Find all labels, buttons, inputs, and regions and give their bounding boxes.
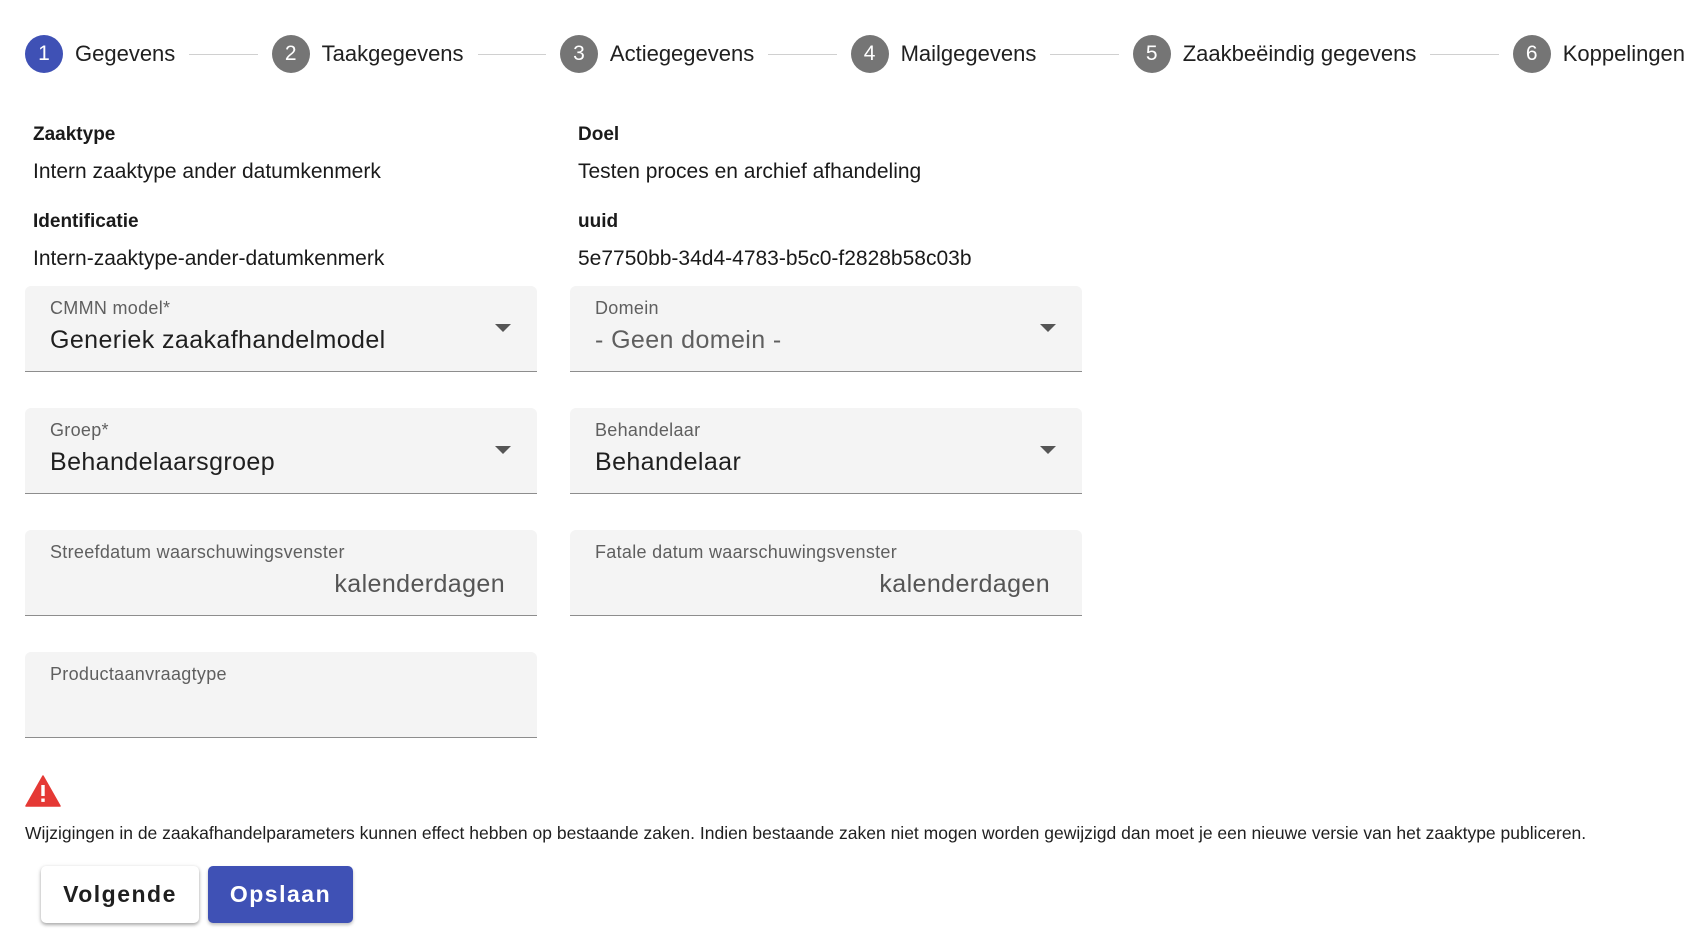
identificatie-info: Identificatie Intern-zaaktype-ander-datu…	[33, 211, 384, 271]
uuid-value: 5e7750bb-34d4-4783-b5c0-f2828b58c03b	[578, 247, 972, 270]
cmmn-model-value: Generiek zaakafhandelmodel	[50, 326, 386, 354]
groep-value: Behandelaarsgroep	[50, 448, 276, 476]
fatale-datum-suffix: kalenderdagen	[879, 570, 1050, 598]
step-number: 3	[559, 35, 598, 73]
fatale-datum-label: Fatale datum waarschuwingsvenster	[595, 542, 898, 562]
step-number: 1	[25, 35, 63, 73]
productaanvraagtype-label: Productaanvraagtype	[50, 664, 227, 684]
streefdatum-input[interactable]: Streefdatum waarschuwingsvenster kalende…	[25, 530, 537, 616]
step-number: 5	[1132, 35, 1171, 73]
step-connector	[1430, 53, 1499, 55]
identificatie-value: Intern-zaaktype-ander-datumkenmerk	[33, 247, 385, 270]
save-button[interactable]: Opslaan	[208, 866, 353, 923]
step-label: Gegevens	[75, 41, 176, 66]
step-connector	[1050, 53, 1119, 55]
step-label: Koppelingen	[1562, 41, 1686, 66]
dropdown-arrow-icon[interactable]	[1040, 446, 1056, 454]
groep-label: Groep*	[50, 420, 109, 440]
fatale-datum-input[interactable]: Fatale datum waarschuwingsvenster kalend…	[570, 530, 1082, 616]
zaaktype-label: Zaaktype	[33, 124, 116, 145]
step-number: 6	[1512, 35, 1551, 73]
identificatie-label: Identificatie	[33, 211, 139, 232]
doel-value: Testen proces en archief afhandeling	[578, 160, 922, 183]
domein-value: - Geen domein -	[595, 326, 782, 354]
next-button[interactable]: Volgende	[41, 866, 199, 923]
step-connector	[189, 53, 258, 55]
warning-icon	[25, 775, 61, 807]
zaaktype-value: Intern zaaktype ander datumkenmerk	[33, 160, 381, 183]
step-connector	[768, 53, 837, 55]
behandelaar-select[interactable]: Behandelaar Behandelaar	[570, 408, 1082, 494]
streefdatum-suffix: kalenderdagen	[334, 570, 505, 598]
domein-select[interactable]: Domein - Geen domein -	[570, 286, 1082, 372]
doel-info: Doel Testen proces en archief afhandelin…	[578, 124, 921, 184]
uuid-label: uuid	[578, 211, 619, 232]
step-label: Taakgegevens	[321, 41, 464, 66]
behandelaar-value: Behandelaar	[595, 448, 742, 476]
step-number: 4	[850, 35, 889, 73]
step-koppelingen[interactable]: 6 Koppelingen	[1512, 35, 1686, 73]
domein-label: Domein	[595, 298, 659, 318]
uuid-info: uuid 5e7750bb-34d4-4783-b5c0-f2828b58c03…	[578, 211, 972, 271]
step-gegevens[interactable]: 1 Gegevens	[25, 35, 175, 73]
step-connector	[477, 53, 546, 55]
dropdown-arrow-icon[interactable]	[495, 446, 511, 454]
dropdown-arrow-icon[interactable]	[1040, 324, 1056, 332]
step-taakgegevens[interactable]: 2 Taakgegevens	[271, 35, 464, 73]
warning-message: Wijzigingen in de zaakafhandelparameters…	[25, 823, 1587, 843]
step-label: Mailgegevens	[900, 41, 1037, 66]
doel-label: Doel	[578, 124, 620, 145]
step-mailgegevens[interactable]: 4 Mailgegevens	[850, 35, 1037, 73]
step-zaakbeeindig-gegevens[interactable]: 5 Zaakbeëindig gegevens	[1132, 35, 1417, 73]
cmmn-model-select[interactable]: CMMN model* Generiek zaakafhandelmodel	[25, 286, 537, 372]
behandelaar-label: Behandelaar	[595, 420, 701, 440]
step-number: 2	[271, 35, 310, 73]
groep-select[interactable]: Groep* Behandelaarsgroep	[25, 408, 537, 494]
streefdatum-label: Streefdatum waarschuwingsvenster	[50, 542, 345, 562]
zaaktype-info: Zaaktype Intern zaaktype ander datumkenm…	[33, 124, 381, 184]
step-label: Actiegegevens	[609, 41, 755, 66]
step-label: Zaakbeëindig gegevens	[1182, 41, 1417, 66]
step-actiegegevens[interactable]: 3 Actiegegevens	[559, 35, 755, 73]
stepper: 1 Gegevens 2 Taakgegevens 3 Actiegegeven…	[25, 34, 1685, 74]
cmmn-model-label: CMMN model*	[50, 298, 171, 318]
productaanvraagtype-input[interactable]: Productaanvraagtype	[25, 652, 537, 738]
dropdown-arrow-icon[interactable]	[495, 324, 511, 332]
